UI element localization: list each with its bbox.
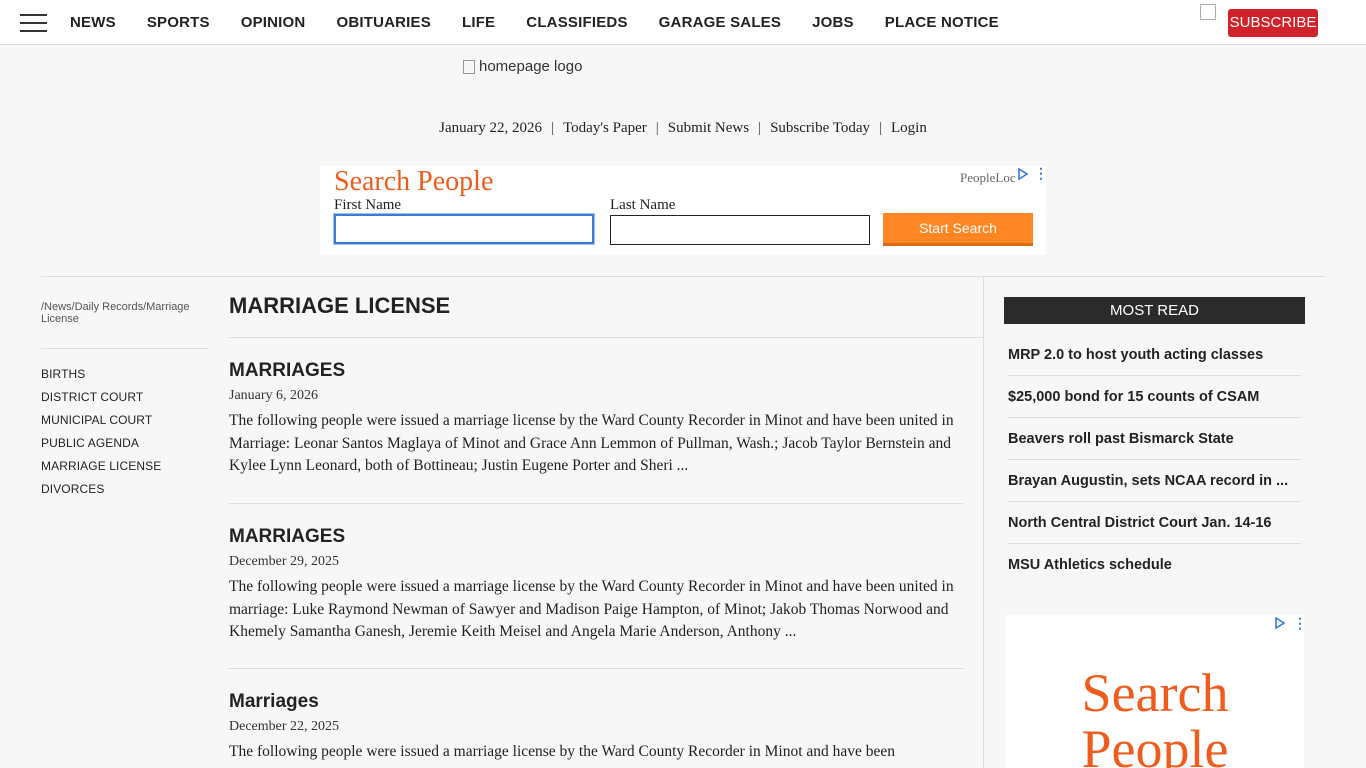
- divider: [229, 668, 963, 669]
- divider: |: [879, 120, 883, 136]
- menu-icon[interactable]: [20, 14, 47, 32]
- most-read-list: MRP 2.0 to host youth acting classes $25…: [1008, 334, 1301, 586]
- main-nav: NEWS SPORTS OPINION OBITUARIES LIFE CLAS…: [70, 14, 1030, 31]
- article-date: December 22, 2025: [229, 719, 340, 734]
- ad-title[interactable]: Search People: [334, 166, 493, 198]
- most-read-heading: MOST READ: [1004, 297, 1305, 324]
- last-name-label: Last Name: [610, 197, 676, 213]
- most-read-item[interactable]: Beavers roll past Bismarck State: [1008, 418, 1301, 460]
- most-read-link[interactable]: $25,000 bond for 15 counts of CSAM: [1008, 389, 1259, 405]
- article-item: MARRIAGES January 6, 2026 The following …: [229, 360, 963, 478]
- divider: [41, 276, 1325, 277]
- current-date: January 22, 2026: [439, 120, 543, 136]
- first-name-label: First Name: [334, 197, 402, 213]
- divider: |: [551, 120, 555, 136]
- nav-opinion[interactable]: OPINION: [241, 14, 306, 31]
- last-name-input[interactable]: [610, 215, 870, 245]
- article-item: Marriages December 22, 2025 The followin…: [229, 691, 963, 764]
- top-navigation: NEWS SPORTS OPINION OBITUARIES LIFE CLAS…: [0, 0, 1366, 45]
- sidenav-label[interactable]: DIVORCES: [41, 482, 104, 496]
- nav-news[interactable]: NEWS: [70, 14, 116, 31]
- most-read-item[interactable]: Brayan Augustin, sets NCAA record in ...: [1008, 460, 1301, 502]
- article-title[interactable]: Marriages: [229, 691, 963, 713]
- breadcrumb[interactable]: /News/Daily Records/Marriage License: [41, 301, 206, 325]
- logo-alt-text: homepage logo: [479, 58, 583, 75]
- sidenav-item-district-court[interactable]: DISTRICT COURT: [41, 390, 161, 413]
- divider: [229, 503, 963, 504]
- most-read-link[interactable]: North Central District Court Jan. 14-16: [1008, 515, 1271, 531]
- ad-choices-icon[interactable]: [1274, 617, 1286, 629]
- article-title[interactable]: MARRIAGES: [229, 526, 963, 548]
- most-read-link[interactable]: MSU Athletics schedule: [1008, 557, 1172, 573]
- sidenav-label[interactable]: MUNICIPAL COURT: [41, 413, 152, 427]
- start-search-button[interactable]: Start Search: [883, 213, 1033, 246]
- submit-news-link[interactable]: Submit News: [668, 120, 749, 136]
- most-read-item[interactable]: MRP 2.0 to host youth acting classes: [1008, 334, 1301, 376]
- divider: |: [758, 120, 762, 136]
- most-read-item[interactable]: MSU Athletics schedule: [1008, 544, 1301, 586]
- broken-image-icon: [463, 59, 475, 74]
- sidenav-label[interactable]: DISTRICT COURT: [41, 390, 143, 404]
- sidenav-item-marriage-license[interactable]: MARRIAGE LICENSE: [41, 459, 161, 482]
- first-name-input[interactable]: [334, 214, 594, 244]
- most-read-item[interactable]: $25,000 bond for 15 counts of CSAM: [1008, 376, 1301, 418]
- section-nav: BIRTHS DISTRICT COURT MUNICIPAL COURT PU…: [41, 367, 161, 505]
- sidebar-ad-title[interactable]: Search People: [1006, 665, 1304, 768]
- article-date: December 29, 2025: [229, 554, 340, 569]
- broken-image-icon[interactable]: [1200, 4, 1216, 20]
- article-summary: The following people were issued a marri…: [229, 743, 896, 760]
- sidenav-label[interactable]: PUBLIC AGENDA: [41, 436, 139, 450]
- article-summary: The following people were issued a marri…: [229, 578, 954, 640]
- nav-garage-sales[interactable]: GARAGE SALES: [659, 14, 781, 31]
- ad-options-icon[interactable]: ⋮: [1034, 166, 1048, 180]
- most-read-link[interactable]: Beavers roll past Bismarck State: [1008, 431, 1234, 447]
- sidenav-label[interactable]: MARRIAGE LICENSE: [41, 459, 161, 473]
- subscribe-today-link[interactable]: Subscribe Today: [770, 120, 870, 136]
- todays-paper-link[interactable]: Today's Paper: [563, 120, 647, 136]
- search-people-ad: Search People PeopleLoc ⋮ First Name Las…: [320, 166, 1048, 255]
- ad-choices-icon[interactable]: [1017, 168, 1029, 180]
- sidenav-item-public-agenda[interactable]: PUBLIC AGENDA: [41, 436, 161, 459]
- most-read-link[interactable]: MRP 2.0 to host youth acting classes: [1008, 347, 1263, 363]
- page-title: MARRIAGE LICENSE: [229, 293, 451, 318]
- nav-place-notice[interactable]: PLACE NOTICE: [885, 14, 999, 31]
- nav-life[interactable]: LIFE: [462, 14, 495, 31]
- article-date: January 6, 2026: [229, 388, 319, 403]
- nav-sports[interactable]: SPORTS: [147, 14, 210, 31]
- most-read-link[interactable]: Brayan Augustin, sets NCAA record in ...: [1008, 473, 1288, 489]
- article-item: MARRIAGES December 29, 2025 The followin…: [229, 526, 963, 644]
- divider: [41, 348, 209, 349]
- sidenav-item-births[interactable]: BIRTHS: [41, 367, 161, 390]
- divider: [229, 337, 983, 338]
- most-read-item[interactable]: North Central District Court Jan. 14-16: [1008, 502, 1301, 544]
- article-title[interactable]: MARRIAGES: [229, 360, 963, 382]
- subscribe-button[interactable]: SUBSCRIBE: [1228, 9, 1318, 37]
- ad-brand[interactable]: PeopleLoc: [960, 170, 1016, 186]
- utility-bar: January 22, 2026 | Today's Paper | Submit Ne…: [0, 120, 1366, 137]
- nav-classifieds[interactable]: CLASSIFIEDS: [526, 14, 627, 31]
- login-link[interactable]: Login: [891, 120, 927, 136]
- ad-options-icon[interactable]: ⋮: [1293, 616, 1304, 630]
- sidenav-item-divorces[interactable]: DIVORCES: [41, 482, 161, 505]
- nav-obituaries[interactable]: OBITUARIES: [336, 14, 431, 31]
- article-summary: The following people were issued a marri…: [229, 412, 954, 474]
- sidebar-ad[interactable]: ⋮ Search People: [1006, 615, 1304, 768]
- divider: |: [655, 120, 659, 136]
- homepage-logo[interactable]: homepage logo: [463, 58, 582, 75]
- nav-jobs[interactable]: JOBS: [812, 14, 854, 31]
- sidenav-label[interactable]: BIRTHS: [41, 367, 85, 381]
- sidenav-item-municipal-court[interactable]: MUNICIPAL COURT: [41, 413, 161, 436]
- column-divider: [983, 277, 984, 768]
